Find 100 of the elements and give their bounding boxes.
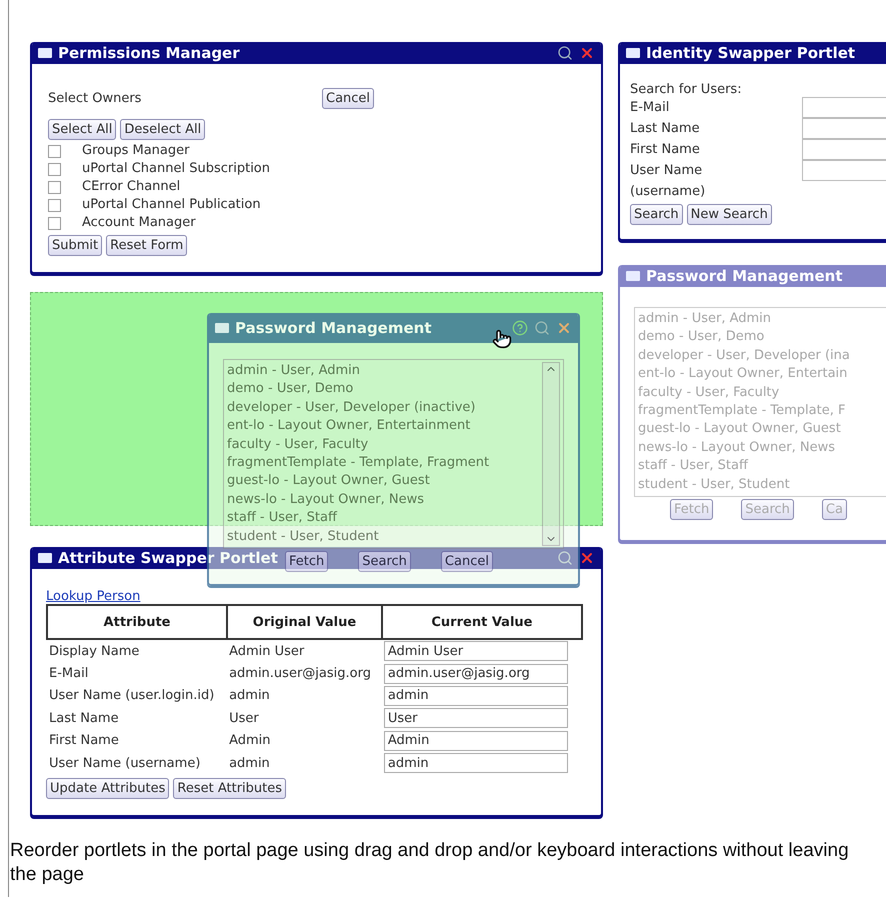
column-header: Attribute bbox=[47, 605, 228, 639]
form-button[interactable]: Submit bbox=[48, 235, 102, 256]
user-option[interactable]: admin - User, Admin bbox=[638, 310, 886, 328]
search-field[interactable] bbox=[802, 118, 886, 139]
field-label: Last Name bbox=[630, 120, 701, 138]
checkbox[interactable] bbox=[48, 144, 61, 158]
user-option[interactable]: developer - User, Developer (inactive) bbox=[227, 398, 542, 418]
portlet-title: Password Management bbox=[235, 319, 432, 337]
search-field[interactable] bbox=[802, 139, 886, 160]
attribute-cell-text: E-Mail bbox=[48, 665, 90, 684]
list-button[interactable]: Search bbox=[741, 499, 794, 520]
user-option[interactable]: guest-lo - Layout Owner, Guest bbox=[638, 420, 886, 439]
field-label: E-Mail bbox=[630, 99, 670, 117]
search-icon[interactable] bbox=[557, 45, 573, 61]
hand-cursor-icon bbox=[492, 328, 512, 350]
list-button[interactable]: Fetch bbox=[285, 551, 328, 572]
column-header: Current Value bbox=[382, 605, 582, 639]
user-option[interactable]: faculty - User, Faculty bbox=[638, 384, 886, 402]
user-option[interactable]: news-lo - Layout Owner, News bbox=[227, 490, 542, 510]
portlet-header[interactable]: Password Management bbox=[620, 265, 886, 287]
column-header: Original Value bbox=[227, 605, 382, 639]
user-list[interactable] bbox=[634, 307, 886, 498]
form-button[interactable]: Reset Form bbox=[106, 235, 188, 256]
portlet-title: Password Management bbox=[646, 267, 843, 285]
select-button[interactable]: Deselect All bbox=[120, 119, 206, 140]
cancel-button[interactable]: Cancel bbox=[322, 88, 374, 109]
search-button[interactable]: New Search bbox=[686, 204, 772, 225]
checkbox[interactable] bbox=[48, 162, 61, 176]
section-label: Search for Users: bbox=[630, 82, 742, 97]
window-icon bbox=[38, 48, 52, 58]
list-button[interactable]: Cancel bbox=[440, 551, 493, 572]
original-value-cell-text: admin bbox=[228, 754, 271, 773]
field-label: First Name bbox=[630, 141, 701, 159]
user-option[interactable]: fragmentTemplate - Template, F bbox=[638, 402, 886, 420]
user-option[interactable]: fragmentTemplate - Template, Fragment bbox=[227, 454, 542, 472]
list-button[interactable]: Fetch bbox=[670, 499, 714, 520]
search-field[interactable] bbox=[802, 160, 886, 181]
window-icon bbox=[626, 48, 640, 58]
section-label: Select Owners bbox=[48, 91, 142, 106]
portlet-header[interactable]: Identity Swapper Portlet bbox=[620, 42, 886, 64]
list-button[interactable]: Search bbox=[358, 551, 411, 572]
current-value-field[interactable]: Admin User bbox=[384, 641, 568, 662]
close-icon[interactable] bbox=[556, 320, 572, 336]
owner-label: uPortal Channel Publication bbox=[82, 196, 261, 214]
current-value-field[interactable]: admin.user@jasig.org bbox=[384, 664, 568, 684]
close-icon[interactable] bbox=[579, 45, 595, 61]
current-value-field[interactable]: User bbox=[384, 708, 568, 728]
close-icon[interactable] bbox=[579, 550, 595, 566]
search-button[interactable]: Search bbox=[630, 204, 683, 225]
original-value-cell-text: Admin bbox=[228, 732, 272, 750]
original-value-cell: Admin User bbox=[227, 639, 382, 662]
user-option[interactable]: staff - User, Staff bbox=[227, 509, 542, 528]
user-option[interactable]: student - User, Student bbox=[227, 528, 542, 546]
user-option[interactable]: faculty - User, Faculty bbox=[227, 436, 542, 454]
owner-label: uPortal Channel Subscription bbox=[82, 160, 270, 178]
attribute-cell: Display Name bbox=[47, 639, 228, 662]
user-option[interactable]: news-lo - Layout Owner, News bbox=[638, 438, 886, 458]
original-value-cell-text: User bbox=[228, 710, 260, 728]
checkbox[interactable] bbox=[48, 180, 61, 194]
owner-label: Groups Manager bbox=[82, 142, 190, 160]
portlet-title: Attribute Swapper Portlet bbox=[58, 549, 278, 567]
original-value-cell-text: admin bbox=[228, 687, 271, 706]
user-option[interactable]: guest-lo - Layout Owner, Guest bbox=[227, 472, 542, 491]
attribute-button[interactable]: Update Attributes bbox=[46, 778, 170, 800]
attribute-button[interactable]: Reset Attributes bbox=[173, 778, 286, 800]
portlet-header[interactable]: Password Management bbox=[209, 313, 578, 343]
search-field[interactable] bbox=[802, 97, 886, 118]
window-icon bbox=[38, 553, 52, 563]
scrollbar[interactable] bbox=[542, 362, 560, 546]
caption: Reorder portlets in the portal page using drag and drop and/or keyboard interactions without leaving the page bbox=[9, 839, 850, 888]
user-option[interactable]: demo - User, Demo bbox=[227, 380, 542, 399]
portlet-header[interactable]: Permissions Manager bbox=[32, 42, 601, 64]
attribute-cell-text: User Name (user.login.id) bbox=[48, 687, 216, 706]
current-value-field[interactable]: admin bbox=[384, 753, 568, 774]
checkbox[interactable] bbox=[48, 216, 61, 230]
field-label: User Name (username) bbox=[630, 162, 706, 201]
user-option[interactable]: developer - User, Developer (ina bbox=[638, 346, 886, 366]
lookup-link[interactable]: Lookup Person bbox=[46, 589, 140, 604]
user-list[interactable] bbox=[223, 359, 564, 550]
owner-label: Account Manager bbox=[82, 214, 196, 232]
portlet-title: Permissions Manager bbox=[58, 44, 240, 62]
current-value-field[interactable]: Admin bbox=[384, 730, 568, 751]
user-option[interactable]: ent-lo - Layout Owner, Entertainment bbox=[227, 417, 542, 436]
user-option[interactable]: staff - User, Staff bbox=[638, 457, 886, 476]
help-icon[interactable] bbox=[512, 320, 528, 336]
user-option[interactable]: ent-lo - Layout Owner, Entertain bbox=[638, 365, 886, 384]
select-button[interactable]: Select All bbox=[48, 119, 116, 140]
user-option[interactable]: demo - User, Demo bbox=[638, 328, 886, 347]
user-option[interactable]: admin - User, Admin bbox=[227, 362, 542, 380]
window-icon bbox=[626, 271, 640, 281]
portlet-title: Identity Swapper Portlet bbox=[646, 44, 856, 62]
window-icon bbox=[215, 323, 229, 333]
original-value-cell-text: admin.user@jasig.org bbox=[228, 665, 372, 684]
attribute-cell-text: User Name (username) bbox=[48, 754, 202, 773]
owner-label: CError Channel bbox=[82, 178, 180, 196]
user-option[interactable]: student - User, Student bbox=[638, 476, 886, 494]
attribute-cell-text: First Name bbox=[48, 732, 120, 750]
checkbox[interactable] bbox=[48, 198, 61, 212]
current-value-field[interactable]: admin bbox=[384, 686, 568, 706]
attribute-cell-text: Last Name bbox=[48, 710, 120, 728]
